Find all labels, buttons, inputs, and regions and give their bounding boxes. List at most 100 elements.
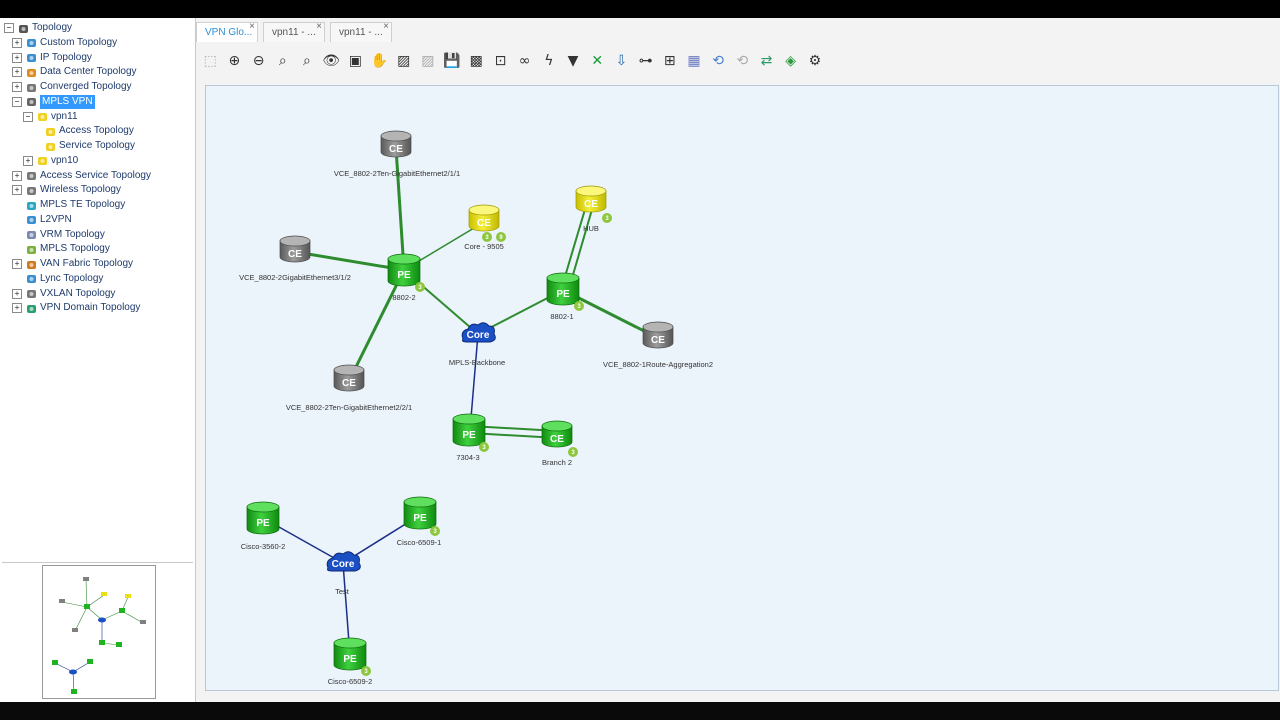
collapse-icon[interactable]: −	[4, 23, 14, 33]
tree-item-vpn10[interactable]: + vpn10	[23, 154, 78, 168]
zoom-in-icon[interactable]: ⊕	[224, 51, 244, 71]
tree-item-mpls-vpn[interactable]: − MPLS VPN	[12, 94, 95, 109]
tree-item-access-topology[interactable]: Access Topology	[45, 124, 134, 138]
export-image-icon[interactable]: ▩	[466, 51, 486, 71]
tree-item-service-topology[interactable]: Service Topology	[45, 139, 135, 153]
minimap-viewport[interactable]	[42, 565, 156, 699]
sync-icon[interactable]: ⇄	[757, 51, 777, 71]
alarm-badge[interactable]: 3	[574, 301, 584, 311]
tab-close-icon[interactable]: ×	[383, 17, 389, 37]
layout-icon[interactable]: ⊡	[490, 51, 510, 71]
alarm-badge[interactable]: 3	[361, 666, 371, 676]
image-edit-icon[interactable]: ▨	[394, 51, 414, 71]
vxlan-icon	[26, 288, 37, 299]
topology-canvas[interactable]: CE VCE_8802-2Ten-GigabitEthernet2/1/1 CE Co…	[205, 85, 1279, 691]
alarm-badge[interactable]: 9	[496, 232, 506, 242]
node-type-text: Core	[332, 559, 355, 570]
collapse-icon[interactable]: −	[12, 96, 22, 107]
node-pe3[interactable]: PE 7304-33	[452, 413, 489, 462]
tree-item-converged-topology[interactable]: + Converged Topology	[12, 80, 132, 94]
expand-icon[interactable]: +	[12, 82, 22, 92]
expand-icon[interactable]: +	[12, 37, 22, 48]
zoom-fit-icon[interactable]: ⌕	[297, 51, 317, 71]
tree-item-l2vpn[interactable]: L2VPN	[12, 213, 72, 227]
node-ce7[interactable]: CE Branch 23	[541, 420, 578, 467]
tree-item-vpn11[interactable]: − vpn11	[23, 110, 78, 124]
link[interactable]	[394, 147, 406, 271]
node-ce1[interactable]: CE VCE_8802-2Ten-GigabitEthernet2/1/1	[334, 130, 460, 178]
tree-item-data-center-topology[interactable]: + Data Center Topology	[12, 65, 137, 79]
pan-hand-icon[interactable]: ✋	[370, 51, 390, 71]
grid-layout-icon[interactable]: ▦	[684, 51, 704, 71]
filter-icon[interactable]: ▼	[563, 51, 583, 71]
zoom-region-icon[interactable]: ⌕	[273, 51, 293, 71]
alarm-badge[interactable]: 3	[430, 526, 440, 536]
tree-item-ip-topology[interactable]: + IP Topology	[12, 51, 92, 65]
tree-item-label: VPN Domain Topology	[40, 302, 141, 314]
cylinder-top	[642, 321, 674, 333]
expand-icon[interactable]: +	[12, 185, 22, 196]
alarm-badge[interactable]: 3	[415, 282, 425, 292]
view-icon[interactable]: 👁	[321, 51, 341, 71]
tree-item-vpn-domain-topology[interactable]: + VPN Domain Topology	[12, 301, 140, 315]
node-pe6[interactable]: PE Cisco-6509-23	[328, 637, 373, 686]
tree-item-lync-topology[interactable]: Lync Topology	[12, 272, 103, 286]
fit-window-icon[interactable]: ▣	[345, 51, 365, 71]
alarm-badge[interactable]: 3	[568, 447, 578, 457]
tab-vpn11-a[interactable]: vpn11 - ... ×	[263, 21, 325, 42]
expand-icon[interactable]: +	[23, 155, 33, 166]
alarm-badge[interactable]: 3	[479, 442, 489, 452]
alarm-badge[interactable]: 3	[602, 213, 612, 223]
node-pe2[interactable]: PE 8802-13	[546, 272, 584, 321]
tree-item-topology[interactable]: − Topology	[4, 21, 72, 35]
tree-item-access-service-topology[interactable]: + Access Service Topology	[12, 169, 151, 183]
network-icon[interactable]: ◈	[781, 51, 801, 71]
tab-close-icon[interactable]: ×	[316, 17, 322, 37]
tab-vpn-global[interactable]: VPN Glo... ×	[196, 21, 258, 42]
select-icon[interactable]: ⬚	[200, 51, 220, 71]
tree-item-vxlan-topology[interactable]: + VXLAN Topology	[12, 287, 115, 301]
settings-gears-icon[interactable]: ⚙	[805, 51, 825, 71]
tab-vpn11-b[interactable]: vpn11 - ... ×	[330, 21, 392, 42]
node-ce2[interactable]: CE Core - 95053 9	[464, 204, 506, 251]
import-icon[interactable]: ⇩	[611, 51, 631, 71]
link-tools-icon[interactable]: ✕	[587, 51, 607, 71]
node-pe5[interactable]: PE Cisco-6509-1 3	[397, 496, 442, 547]
link[interactable]	[347, 269, 406, 382]
lightning-icon[interactable]: ϟ	[539, 51, 559, 71]
tree-layout-icon[interactable]: ⊶	[636, 51, 656, 71]
tree-item-mpls-te-topology[interactable]: MPLS TE Topology	[12, 198, 125, 212]
zoom-out-icon[interactable]: ⊖	[249, 51, 269, 71]
mpls-vpn-icon	[26, 96, 37, 107]
refresh-disabled-icon[interactable]: ⟲	[732, 51, 752, 71]
expand-icon[interactable]: +	[12, 170, 22, 181]
expand-icon[interactable]: +	[12, 259, 22, 269]
tree-item-custom-topology[interactable]: + Custom Topology	[12, 36, 117, 50]
find-binoculars-icon[interactable]: ∞	[515, 51, 535, 71]
node-ce5[interactable]: CE VCE_8802-1Route-Aggregation2	[603, 321, 713, 369]
tree-item-wireless-topology[interactable]: + Wireless Topology	[12, 183, 121, 197]
topology-tree-panel: − Topology + Custom Topology + IP Topology + Da…	[0, 18, 196, 702]
expand-icon[interactable]: +	[12, 303, 22, 314]
tree-item-van-fabric-topology[interactable]: + VAN Fabric Topology	[12, 257, 133, 271]
image-disabled-icon[interactable]: ▨	[418, 51, 438, 71]
tree-item-label: Service Topology	[59, 140, 135, 151]
node-pe1[interactable]: PE 8802-23	[387, 253, 425, 302]
save-icon[interactable]: 💾	[442, 51, 462, 71]
collapse-icon[interactable]: −	[23, 111, 33, 122]
node-pe4[interactable]: PE Cisco-3560-2	[241, 501, 286, 551]
tree-item-mpls-topology[interactable]: MPLS Topology	[12, 242, 110, 256]
node-ce3[interactable]: CE HUB3	[575, 185, 612, 233]
hierarchy-icon[interactable]: ⊞	[660, 51, 680, 71]
tab-close-icon[interactable]: ×	[249, 17, 255, 37]
expand-icon[interactable]: +	[12, 67, 22, 78]
node-type-text: CE	[584, 199, 598, 210]
tree-item-vrm-topology[interactable]: VRM Topology	[12, 228, 105, 242]
node-label: 8802-1	[550, 312, 573, 321]
expand-icon[interactable]: +	[12, 288, 22, 299]
tree-item-label: VRM Topology	[40, 228, 105, 240]
refresh-icon[interactable]: ⟲	[708, 51, 728, 71]
alarm-badge[interactable]: 3	[482, 232, 492, 242]
expand-icon[interactable]: +	[12, 52, 22, 63]
node-ce6[interactable]: CE VCE_8802-2Ten-GigabitEthernet2/2/1	[286, 364, 412, 412]
